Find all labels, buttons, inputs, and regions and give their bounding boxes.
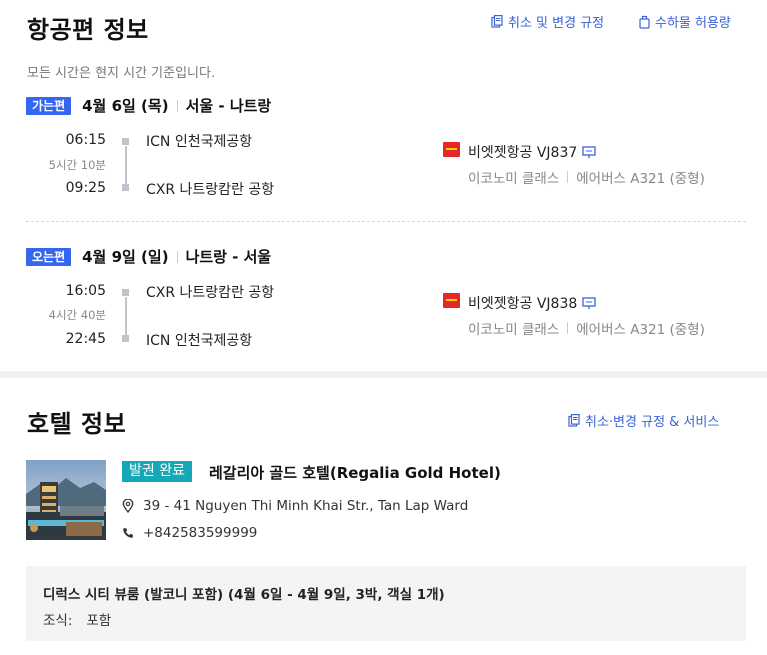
return-arrive-time: 22:45 [65, 331, 106, 347]
outbound-depart-airport: ICN 인천국제공항 [146, 134, 253, 150]
outbound-leg-header: 가는편 4월 6일 (목) 서울 - 나트랑 [26, 95, 271, 116]
timeline-line [124, 297, 127, 335]
hotel-photo[interactable] [26, 460, 106, 540]
breakfast-label: 조식: [43, 613, 73, 629]
outbound-date: 4월 6일 (목) [82, 97, 169, 115]
document-icon [568, 414, 580, 427]
booking-status-badge: 발권 완료 [122, 461, 192, 482]
vietjet-logo [443, 293, 460, 308]
room-details-box: 디럭스 시티 뷰룸 (발코니 포함) (4월 6일 - 4월 9일, 3박, 객… [26, 566, 746, 641]
hotel-name[interactable]: 레갈리아 골드 호텔(Regalia Gold Hotel) [209, 462, 501, 483]
cabin-divider [567, 322, 569, 334]
outbound-route: 서울 - 나트랑 [185, 97, 272, 115]
outbound-arrive-airport: CXR 나트랑캄란 공항 [146, 182, 275, 198]
outbound-airline: 비엣젯항공 VJ837 [468, 142, 596, 162]
breakfast-value: 포함 [86, 613, 112, 629]
hotel-address: 39 - 41 Nguyen Thi Minh Khai Str., Tan L… [122, 498, 468, 514]
timeline-dot [122, 289, 129, 296]
hotel-address-text: 39 - 41 Nguyen Thi Minh Khai Str., Tan L… [143, 498, 469, 514]
outbound-flight-number: 비엣젯항공 VJ837 [468, 145, 578, 161]
return-depart-time: 16:05 [65, 283, 106, 299]
timeline-line [124, 146, 127, 184]
leg-divider [26, 221, 746, 222]
hotel-photo-graphic [26, 460, 106, 540]
hotel-policy-label: 취소·변경 규정 & 서비스 [585, 415, 720, 430]
return-flight-number: 비엣젯항공 VJ838 [468, 296, 578, 312]
hotel-phone-text: +842583599999 [143, 525, 258, 541]
outbound-depart-time: 06:15 [65, 132, 106, 148]
return-airline: 비엣젯항공 VJ838 [468, 293, 596, 313]
outbound-cabin-info: 이코노미 클래스 에어버스 A321 (중형) [468, 167, 705, 187]
screen-icon[interactable] [582, 296, 596, 310]
return-leg-header: 오는편 4월 9일 (일) 나트랑 - 서울 [26, 246, 271, 267]
timeline-dot [122, 184, 129, 191]
flight-section-title: 항공편 정보 [27, 16, 149, 44]
outbound-cabin-class: 이코노미 클래스 [468, 171, 560, 187]
vietjet-logo [443, 142, 460, 157]
hotel-phone: +842583599999 [122, 525, 257, 541]
cabin-divider [567, 171, 569, 183]
return-date: 4월 9일 (일) [82, 248, 169, 266]
document-icon [491, 15, 503, 28]
return-duration: 4시간 40분 [48, 308, 106, 322]
flight-cancel-policy-link[interactable]: 취소 및 변경 규정 [491, 12, 604, 31]
return-aircraft: 에어버스 A321 (중형) [576, 322, 705, 338]
return-route: 나트랑 - 서울 [185, 248, 272, 266]
return-cabin-class: 이코노미 클래스 [468, 322, 560, 338]
outbound-arrive-time: 09:25 [65, 180, 106, 196]
timeline-dot [122, 335, 129, 342]
outbound-badge: 가는편 [26, 96, 72, 115]
local-time-note: 모든 시간은 현지 시간 기준입니다. [27, 66, 216, 81]
flight-cancel-policy-label: 취소 및 변경 규정 [508, 16, 605, 31]
screen-icon[interactable] [582, 145, 596, 159]
luggage-icon [639, 15, 650, 29]
baggage-allowance-link[interactable]: 수하물 허용량 [639, 12, 731, 31]
timeline-dot [122, 138, 129, 145]
room-title: 디럭스 시티 뷰룸 (발코니 포함) (4월 6일 - 4월 9일, 3박, 객… [43, 587, 445, 603]
phone-icon [123, 528, 133, 538]
location-pin-icon [122, 499, 134, 513]
return-cabin-info: 이코노미 클래스 에어버스 A321 (중형) [468, 318, 705, 338]
return-badge: 오는편 [26, 247, 72, 266]
baggage-allowance-label: 수하물 허용량 [655, 16, 731, 31]
header-divider [176, 99, 178, 112]
return-depart-airport: CXR 나트랑캄란 공항 [146, 285, 275, 301]
outbound-aircraft: 에어버스 A321 (중형) [576, 171, 705, 187]
header-divider [176, 250, 178, 263]
outbound-duration: 5시간 10분 [48, 158, 106, 172]
return-arrive-airport: ICN 인천국제공항 [146, 333, 253, 349]
breakfast-info: 조식: 포함 [43, 609, 111, 629]
hotel-policy-link[interactable]: 취소·변경 규정 & 서비스 [568, 411, 719, 430]
hotel-section-title: 호텔 정보 [27, 410, 127, 438]
